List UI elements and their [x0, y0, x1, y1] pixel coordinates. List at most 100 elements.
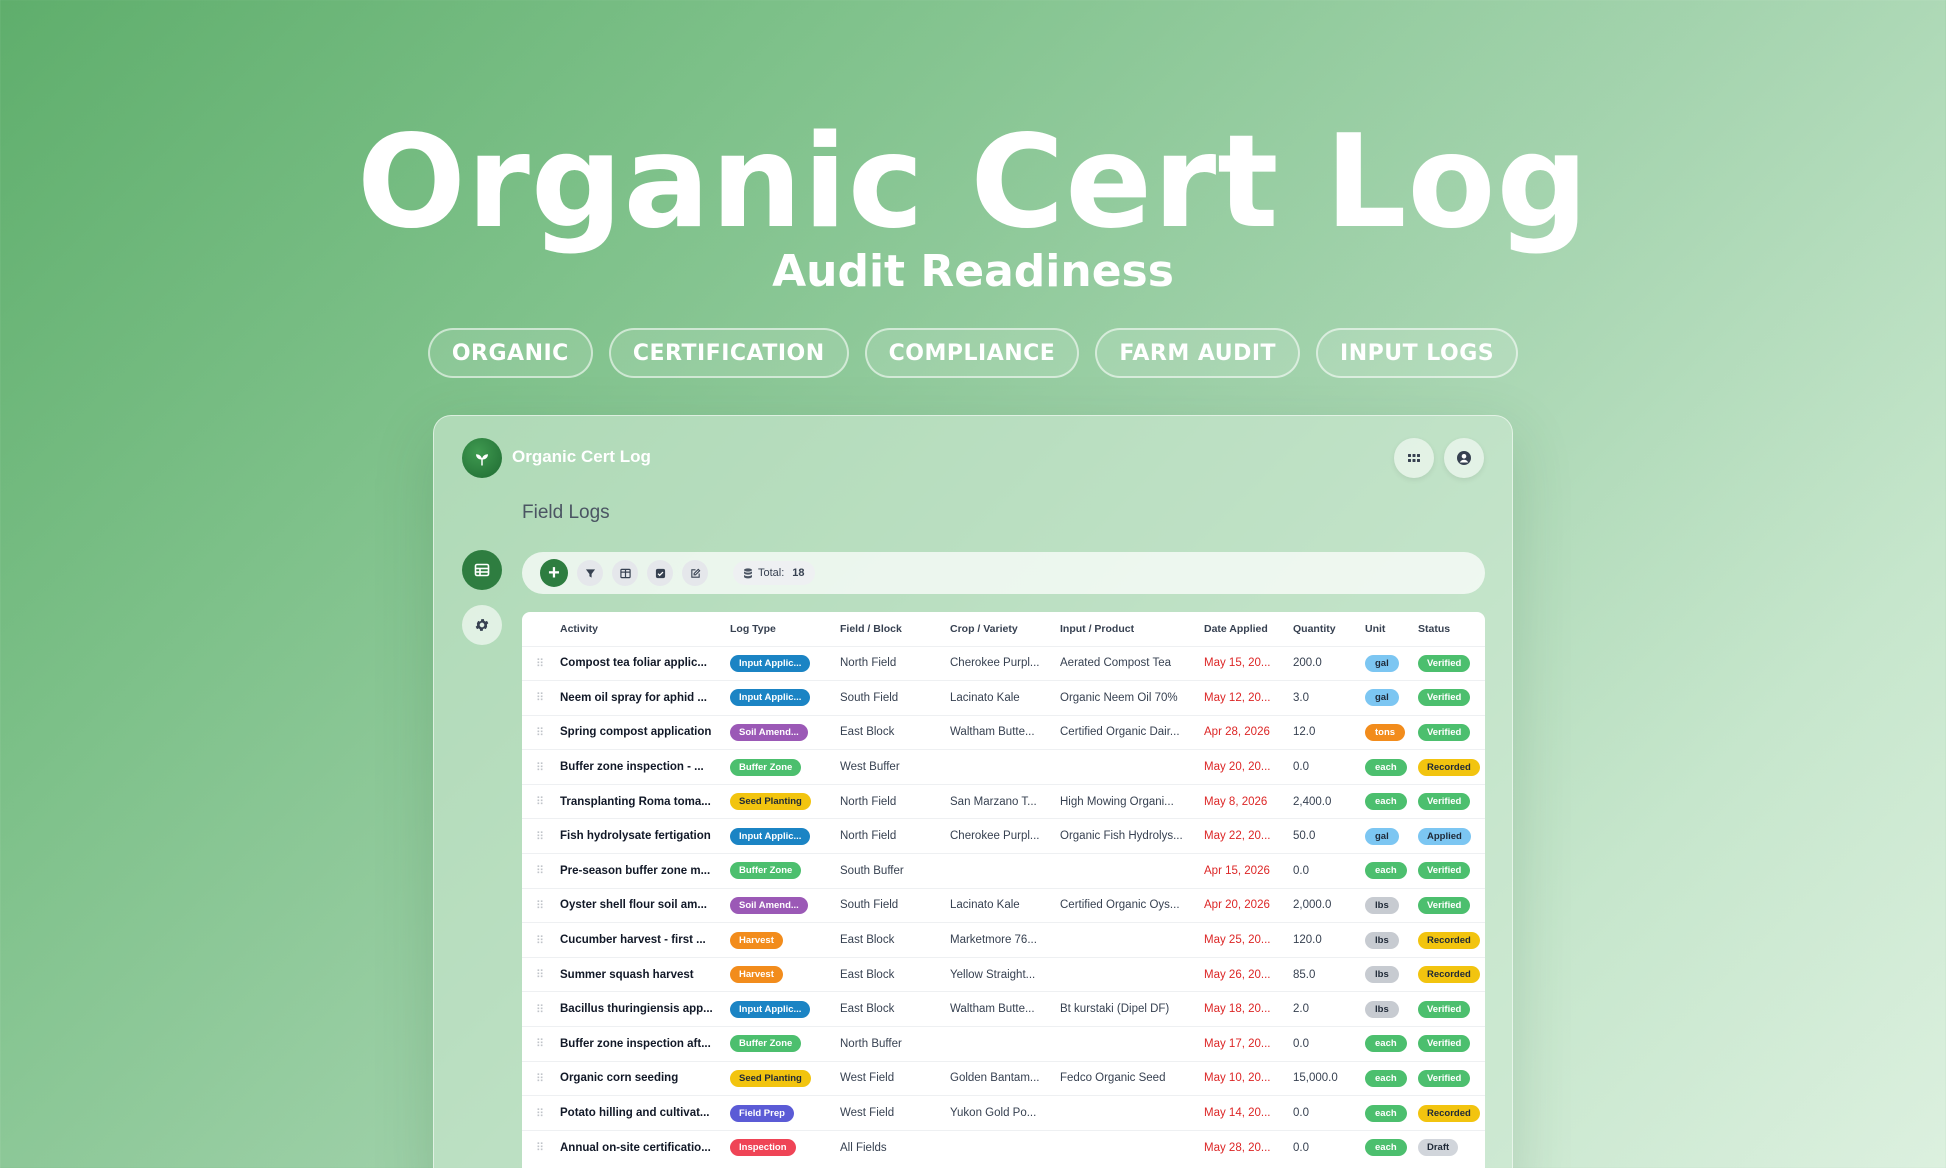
- add-log-button[interactable]: +: [540, 559, 568, 587]
- unit-badge: each: [1365, 1069, 1407, 1087]
- sidebar-item-settings[interactable]: [462, 605, 502, 645]
- field-cell: South Field: [832, 887, 942, 923]
- hero: Organic Cert Log Audit Readiness ORGANIC…: [0, 0, 1946, 400]
- total-count-badge: Total: 18: [733, 561, 815, 585]
- drag-handle-icon[interactable]: ⠿: [522, 1095, 552, 1131]
- crop-cell: [942, 749, 1052, 785]
- date-cell: May 25, 20...: [1196, 922, 1285, 958]
- unit-badge: gal: [1365, 827, 1399, 845]
- tag-organic: ORGANIC: [427, 328, 593, 378]
- log-type-cell: Buffer Zone: [722, 749, 832, 785]
- grid-icon: [1408, 454, 1420, 462]
- date-cell: May 28, 20...: [1196, 1129, 1285, 1165]
- table-row[interactable]: ⠿ Summer squash harvest Harvest East Block Y…: [522, 956, 1485, 992]
- table-row[interactable]: ⠿ Compost tea foliar applic... Input Appli…: [522, 645, 1485, 681]
- drag-handle-icon[interactable]: ⠿: [522, 1060, 552, 1096]
- select-button[interactable]: [647, 560, 673, 586]
- drag-handle-icon[interactable]: ⠿: [522, 922, 552, 958]
- status-cell: Verified: [1410, 991, 1485, 1027]
- filter-button[interactable]: [577, 560, 603, 586]
- table-row[interactable]: ⠿ Bacillus thuringiensis app... Input Appl…: [522, 991, 1485, 1027]
- log-type-cell: Soil Amend...: [722, 714, 832, 750]
- date-cell: May 12, 20...: [1196, 680, 1285, 716]
- drag-handle-icon[interactable]: ⠿: [522, 818, 552, 854]
- drag-handle-icon[interactable]: ⠿: [522, 783, 552, 819]
- status-badge: Verified: [1418, 1000, 1471, 1018]
- unit-cell: each: [1357, 1095, 1410, 1131]
- unit-badge: each: [1365, 758, 1407, 776]
- drag-handle-icon[interactable]: ⠿: [522, 749, 552, 785]
- quantity-cell: 0.0: [1285, 1129, 1357, 1165]
- drag-handle-icon[interactable]: ⠿: [522, 956, 552, 992]
- columns-button[interactable]: [612, 560, 638, 586]
- column-header-date-applied[interactable]: Date Applied: [1196, 612, 1285, 646]
- unit-badge: lbs: [1365, 966, 1399, 984]
- total-value: 18: [792, 567, 805, 579]
- drag-handle-icon[interactable]: ⠿: [522, 680, 552, 716]
- product-cell: High Mowing Organi...: [1052, 783, 1196, 819]
- field-cell: East Block: [832, 714, 942, 750]
- field-cell: West Field: [832, 1095, 942, 1131]
- log-type-badge: Seed Planting: [730, 1069, 811, 1087]
- table-row[interactable]: ⠿ Spring compost application Soil Amend...…: [522, 714, 1485, 750]
- product-cell: [1052, 1129, 1196, 1165]
- status-cell: Verified: [1410, 645, 1485, 681]
- status-badge: Recorded: [1418, 931, 1480, 949]
- table-row[interactable]: ⠿ Pre-season buffer zone m... Buffer Zone S…: [522, 853, 1485, 889]
- column-header-unit[interactable]: Unit: [1357, 612, 1410, 646]
- date-cell: May 14, 20...: [1196, 1095, 1285, 1131]
- table-row[interactable]: ⠿ Fish hydrolysate fertigation Input Appli…: [522, 818, 1485, 854]
- status-cell: Verified: [1410, 853, 1485, 889]
- apps-grid-button[interactable]: [1394, 438, 1434, 478]
- column-header-log-type[interactable]: Log Type: [722, 612, 832, 646]
- drag-handle-icon[interactable]: ⠿: [522, 887, 552, 923]
- product-cell: Organic Fish Hydrolys...: [1052, 818, 1196, 854]
- quantity-cell: 50.0: [1285, 818, 1357, 854]
- hero-tags: ORGANIC CERTIFICATION COMPLIANCE FARM AU…: [0, 328, 1946, 378]
- product-cell: Organic Neem Oil 70%: [1052, 680, 1196, 716]
- crop-cell: Waltham Butte...: [942, 714, 1052, 750]
- drag-handle-icon[interactable]: ⠿: [522, 1129, 552, 1165]
- column-header-field-block[interactable]: Field / Block: [832, 612, 942, 646]
- quantity-cell: 85.0: [1285, 956, 1357, 992]
- drag-handle-icon[interactable]: ⠿: [522, 645, 552, 681]
- status-badge: Draft: [1418, 1139, 1459, 1157]
- status-badge: Verified: [1418, 1035, 1471, 1053]
- crop-cell: [942, 853, 1052, 889]
- date-cell: May 17, 20...: [1196, 1026, 1285, 1062]
- status-badge: Verified: [1418, 862, 1471, 880]
- field-cell: West Field: [832, 1060, 942, 1096]
- table-header-row: Activity Log Type Field / Block Crop / V…: [522, 612, 1485, 646]
- edit-button[interactable]: [682, 560, 708, 586]
- table-row[interactable]: ⠿ Potato hilling and cultivat... Field Pre…: [522, 1095, 1485, 1131]
- drag-handle-icon[interactable]: ⠿: [522, 1026, 552, 1062]
- column-header-status[interactable]: Status: [1410, 612, 1485, 646]
- column-header-crop-variety[interactable]: Crop / Variety: [942, 612, 1052, 646]
- log-type-cell: Input Applic...: [722, 645, 832, 681]
- table-row[interactable]: ⠿ Buffer zone inspection - ... Buffer Zone…: [522, 749, 1485, 785]
- drag-handle-icon[interactable]: ⠿: [522, 714, 552, 750]
- column-header-input-product[interactable]: Input / Product: [1052, 612, 1196, 646]
- drag-handle-icon[interactable]: ⠿: [522, 853, 552, 889]
- account-button[interactable]: [1444, 438, 1484, 478]
- table-row[interactable]: ⠿ Neem oil spray for aphid ... Input Appli…: [522, 680, 1485, 716]
- drag-handle-icon[interactable]: ⠿: [522, 991, 552, 1027]
- unit-cell: lbs: [1357, 887, 1410, 923]
- sidebar-item-table[interactable]: [462, 550, 502, 590]
- quantity-cell: 15,000.0: [1285, 1060, 1357, 1096]
- column-header-activity[interactable]: Activity: [552, 612, 722, 646]
- table-row[interactable]: ⠿ Cucumber harvest - first ... Harvest East…: [522, 922, 1485, 958]
- tag-farm-audit: FARM AUDIT: [1095, 328, 1301, 378]
- column-header-quantity[interactable]: Quantity: [1285, 612, 1357, 646]
- table-row[interactable]: ⠿ Organic corn seeding Seed Planting West F…: [522, 1060, 1485, 1096]
- status-badge: Verified: [1418, 1069, 1471, 1087]
- log-type-badge: Buffer Zone: [730, 758, 802, 776]
- table-row[interactable]: ⠿ Oyster shell flour soil am... Soil Amend…: [522, 887, 1485, 923]
- log-type-cell: Input Applic...: [722, 991, 832, 1027]
- unit-cell: gal: [1357, 645, 1410, 681]
- table-row[interactable]: ⠿ Buffer zone inspection aft... Buffer Zon…: [522, 1026, 1485, 1062]
- table-row[interactable]: ⠿ Annual on-site certificatio... Inspectio…: [522, 1129, 1485, 1165]
- activity-cell: Cucumber harvest - first ...: [552, 922, 722, 958]
- activity-cell: Transplanting Roma toma...: [552, 783, 722, 819]
- table-row[interactable]: ⠿ Transplanting Roma toma... Seed Planting…: [522, 783, 1485, 819]
